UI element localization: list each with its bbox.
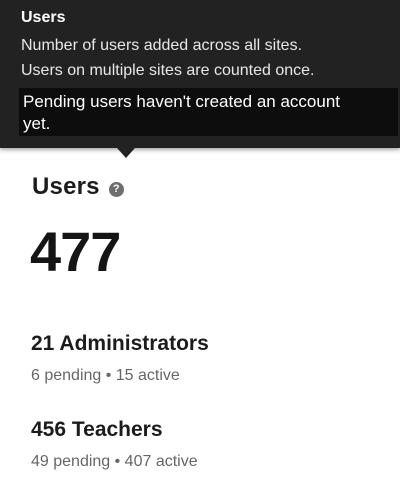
help-icon[interactable]: ?: [108, 181, 124, 197]
administrators-status: 6 pending • 15 active: [31, 367, 180, 384]
teachers-count: 456 Teachers: [31, 418, 163, 441]
users-title: Users: [32, 173, 100, 200]
administrators-count: 21 Administrators: [31, 332, 209, 355]
tooltip-title: Users: [21, 9, 66, 26]
teachers-status: 49 pending • 407 active: [31, 453, 198, 470]
users-tooltip: Users Number of users added across all s…: [0, 0, 400, 158]
tooltip-line-2: Users on multiple sites are counted once…: [21, 62, 315, 79]
tooltip-pending-note: Pending users haven't created an account…: [23, 92, 341, 133]
users-heading: Users ?: [32, 173, 124, 201]
tooltip-arrow: [117, 148, 135, 158]
tooltip-line-1: Number of users added across all sites.: [21, 37, 303, 54]
tooltip-highlight: Pending users haven't created an account…: [19, 88, 398, 136]
users-total: 477: [30, 220, 121, 283]
